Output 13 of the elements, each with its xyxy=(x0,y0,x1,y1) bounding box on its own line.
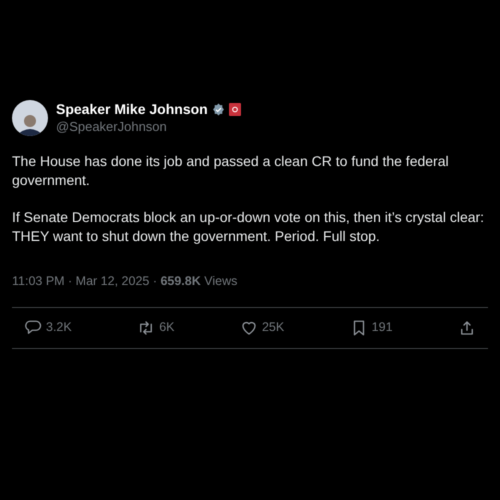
share-button[interactable] xyxy=(458,318,476,337)
like-button[interactable]: 25K xyxy=(240,318,284,338)
tweet-paragraph: The House has done its job and passed a clean CR to fund the federal government. xyxy=(12,152,450,190)
reply-button[interactable]: 3.2K xyxy=(24,318,72,338)
comment-bubble-icon xyxy=(24,318,42,337)
avatar[interactable] xyxy=(12,100,48,136)
bookmark-button[interactable]: 191 xyxy=(350,318,393,338)
repost-button[interactable]: 6K xyxy=(137,318,174,338)
author-handle[interactable]: @SpeakerJohnson xyxy=(56,118,241,135)
share-icon xyxy=(458,318,476,337)
author-name[interactable]: Speaker Mike Johnson xyxy=(56,101,208,119)
tweet-timestamp-views: 11:03 PM · Mar 12, 2025 · 659.8K Views xyxy=(12,273,238,290)
tweet-paragraph: If Senate Democrats block an up-or-down vote on this, then it’s crystal clear: THEY want to shut down the government. Period. Full stop. xyxy=(12,208,486,246)
